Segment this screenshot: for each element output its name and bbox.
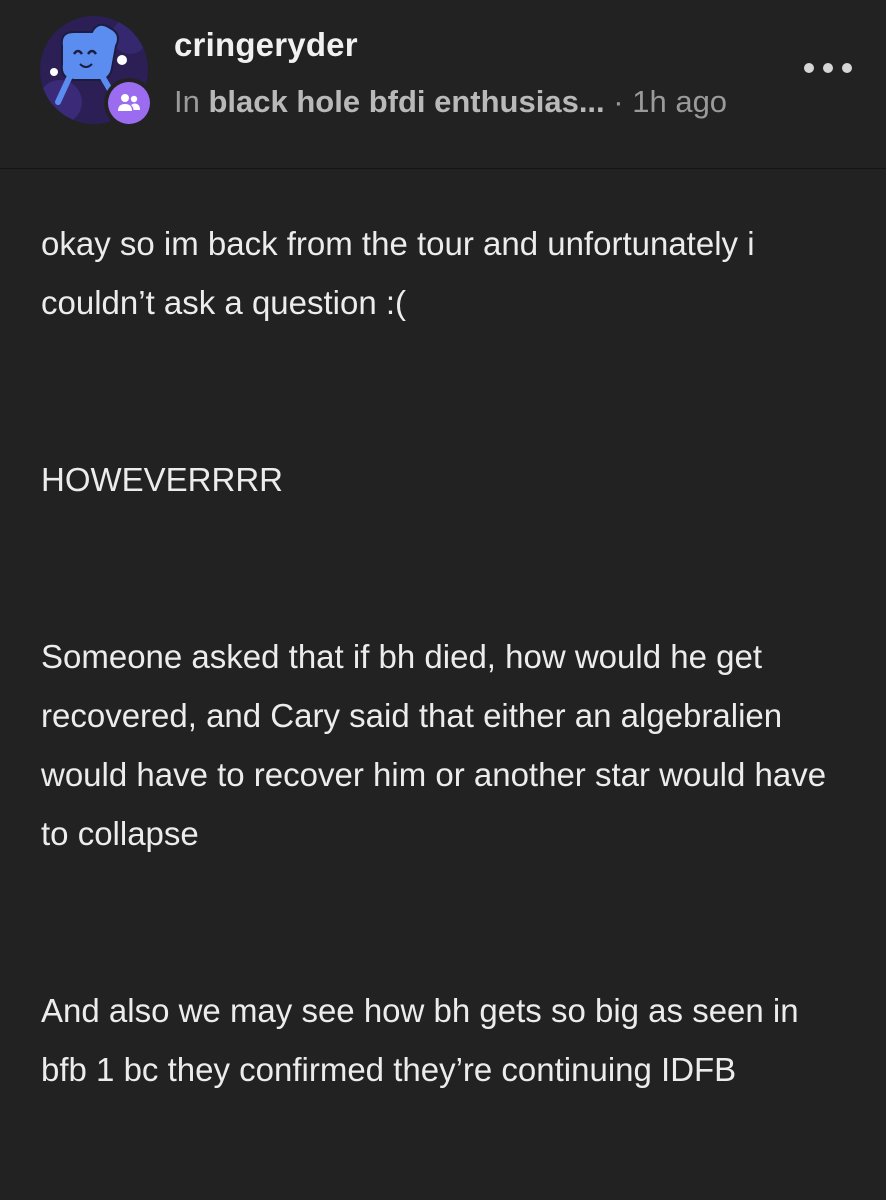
post-body: okay so im back from the tour and unfort… <box>41 214 841 1099</box>
post-header: cringeryder In black hole bfdi enthusias… <box>0 0 886 169</box>
post-paragraph-2: HOWEVERRRR <box>41 461 284 498</box>
meta-separator: · <box>604 84 633 119</box>
more-dots-icon <box>804 63 814 73</box>
post-paragraph-1: okay so im back from the tour and unfort… <box>41 225 755 321</box>
post-meta: In black hole bfdi enthusias... · 1h ago <box>174 84 727 120</box>
post-time: 1h ago <box>632 84 728 119</box>
post-paragraph-3: Someone asked that if bh died, how would… <box>41 638 827 852</box>
group-people-icon <box>108 82 150 124</box>
more-options-button[interactable] <box>804 56 852 80</box>
username[interactable]: cringeryder <box>174 26 358 64</box>
community-link[interactable]: black hole bfdi enthusias... <box>208 84 604 119</box>
meta-prefix: In <box>174 84 209 119</box>
more-dots-icon <box>842 63 852 73</box>
more-dots-icon <box>823 63 833 73</box>
post-paragraph-4: And also we may see how bh gets so big a… <box>41 992 799 1088</box>
post-card: cringeryder In black hole bfdi enthusias… <box>0 0 886 1200</box>
community-badge[interactable] <box>104 78 154 128</box>
